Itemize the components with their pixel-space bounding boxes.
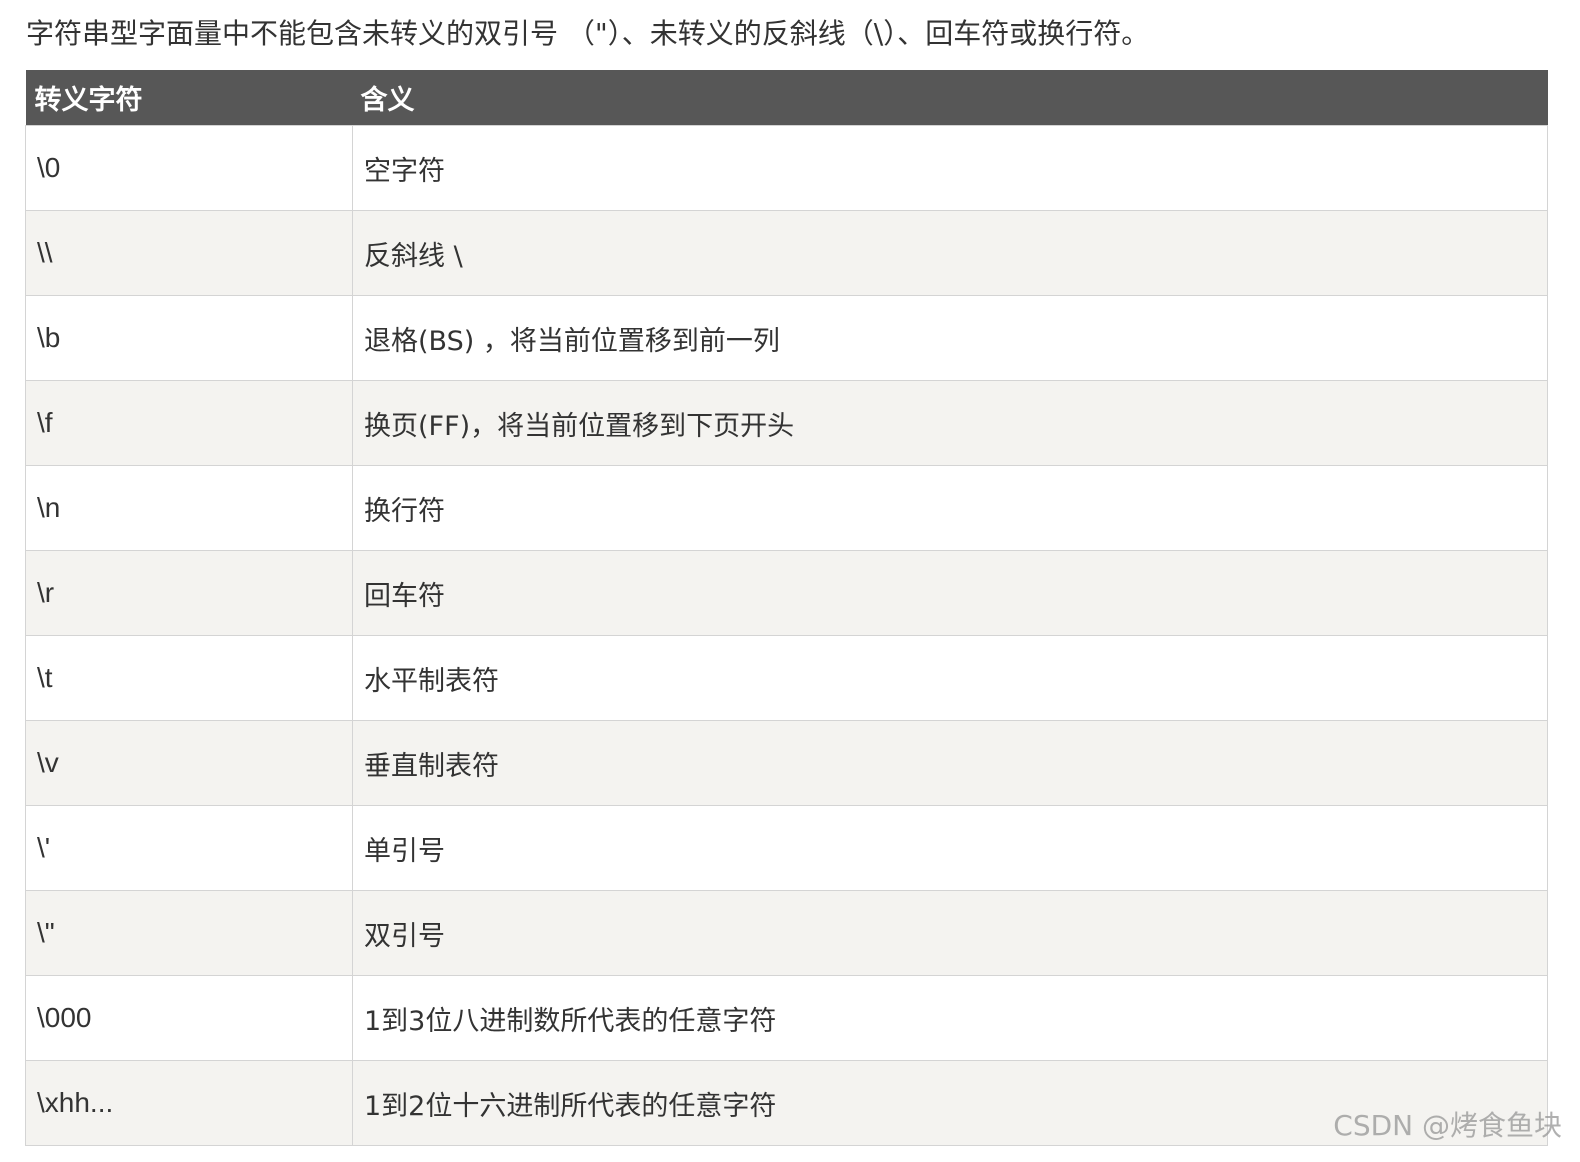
header-escape-char: 转义字符: [25, 70, 353, 126]
table-header: 转义字符 含义: [25, 70, 1548, 126]
table-row: \" 双引号: [25, 890, 1548, 976]
escape-code: \b: [25, 295, 353, 381]
page: 字符串型字面量中不能包含未转义的双引号 （"）、未转义的反斜线（\）、回车符或换…: [0, 0, 1580, 1162]
table-row: \' 单引号: [25, 805, 1548, 891]
escape-meaning: 换行符: [352, 465, 1548, 551]
escape-code: \": [25, 890, 353, 976]
escape-code: \t: [25, 635, 353, 721]
table-row: \r 回车符: [25, 550, 1548, 636]
header-row: 转义字符 含义: [25, 70, 1548, 126]
table-row: \n 换行符: [25, 465, 1548, 551]
escape-code: \000: [25, 975, 353, 1061]
table-row: \v 垂直制表符: [25, 720, 1548, 806]
escape-code: \xhh...: [25, 1060, 353, 1146]
escape-code: \n: [25, 465, 353, 551]
escape-code: \f: [25, 380, 353, 466]
table-row: \0 空字符: [25, 125, 1548, 211]
header-meaning: 含义: [352, 70, 1548, 126]
table-row: \b 退格(BS) ，将当前位置移到前一列: [25, 295, 1548, 381]
escape-code: \0: [25, 125, 353, 211]
escape-meaning: 换页(FF)，将当前位置移到下页开头: [352, 380, 1548, 466]
watermark: CSDN @烤食鱼块: [1333, 1109, 1562, 1142]
escape-meaning: 退格(BS) ，将当前位置移到前一列: [352, 295, 1548, 381]
escape-code: \v: [25, 720, 353, 806]
escape-meaning: 反斜线 \: [352, 210, 1548, 296]
escape-meaning: 双引号: [352, 890, 1548, 976]
table-row: \f 换页(FF)，将当前位置移到下页开头: [25, 380, 1548, 466]
escape-code: \': [25, 805, 353, 891]
table-row: \t 水平制表符: [25, 635, 1548, 721]
escape-meaning: 水平制表符: [352, 635, 1548, 721]
escape-code: \r: [25, 550, 353, 636]
table-row: \xhh... 1到2位十六进制所代表的任意字符: [25, 1060, 1548, 1146]
escape-meaning: 空字符: [352, 125, 1548, 211]
escape-meaning: 回车符: [352, 550, 1548, 636]
escape-meaning: 单引号: [352, 805, 1548, 891]
intro-text: 字符串型字面量中不能包含未转义的双引号 （"）、未转义的反斜线（\）、回车符或换…: [26, 17, 1150, 50]
table-body: \0 空字符 \\ 反斜线 \ \b 退格(BS) ，将当前位置移到前一列 \f…: [25, 125, 1548, 1146]
escape-code: \\: [25, 210, 353, 296]
escape-table: 转义字符 含义 \0 空字符 \\ 反斜线 \ \b 退格(BS) ，将当前位置…: [25, 70, 1548, 1146]
escape-meaning: 垂直制表符: [352, 720, 1548, 806]
table-row: \000 1到3位八进制数所代表的任意字符: [25, 975, 1548, 1061]
table-row: \\ 反斜线 \: [25, 210, 1548, 296]
escape-meaning: 1到3位八进制数所代表的任意字符: [352, 975, 1548, 1061]
